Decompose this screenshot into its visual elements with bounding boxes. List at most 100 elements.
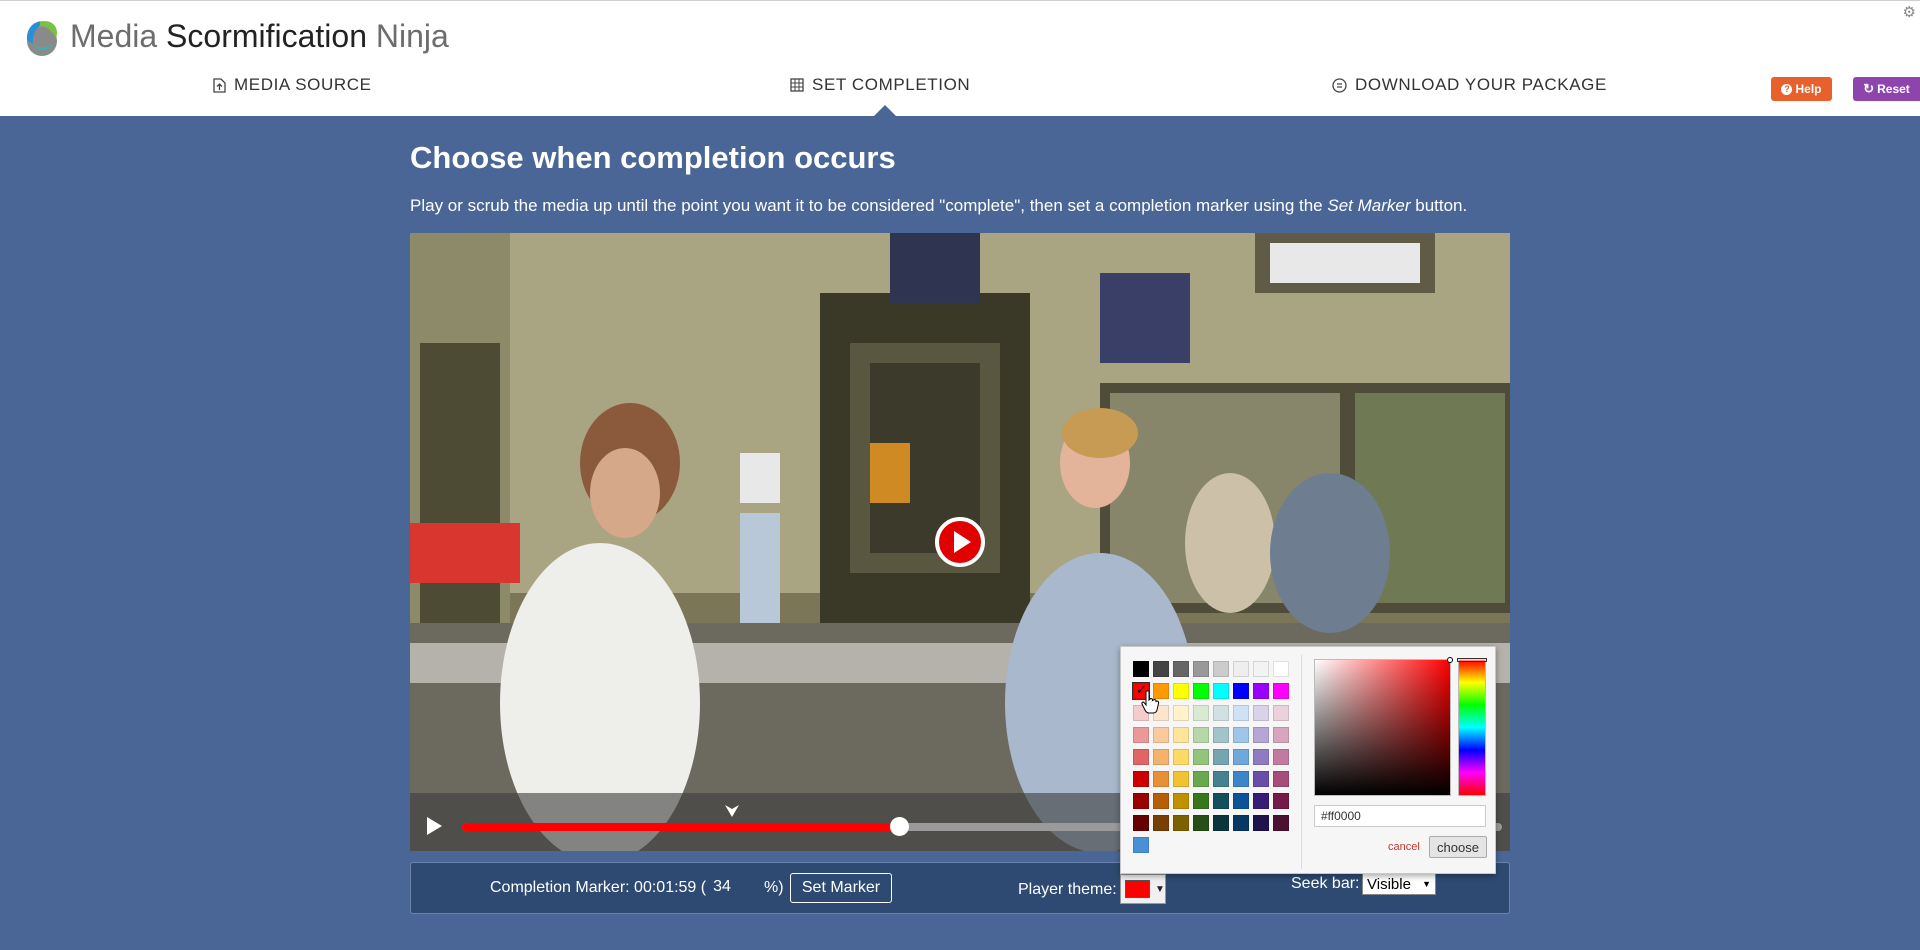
palette-swatch[interactable]: [1213, 661, 1229, 677]
palette-swatch[interactable]: [1233, 683, 1249, 699]
palette-swatch[interactable]: [1213, 683, 1229, 699]
palette-swatch[interactable]: [1193, 705, 1209, 721]
palette-swatch[interactable]: [1273, 793, 1289, 809]
palette-swatch[interactable]: [1233, 661, 1249, 677]
tab-download-package[interactable]: DOWNLOAD YOUR PACKAGE: [1332, 75, 1607, 95]
palette-swatch[interactable]: [1253, 771, 1269, 787]
app-title-part1: Media: [70, 17, 158, 54]
download-icon: [1332, 77, 1347, 93]
palette-swatch[interactable]: [1273, 683, 1289, 699]
palette-swatch[interactable]: [1253, 815, 1269, 831]
palette-swatch[interactable]: [1213, 727, 1229, 743]
palette-swatch[interactable]: [1273, 771, 1289, 787]
palette-swatch[interactable]: [1153, 793, 1169, 809]
intro-text-em: Set Marker: [1327, 196, 1411, 215]
palette-swatch[interactable]: [1133, 837, 1149, 853]
palette-swatch[interactable]: [1253, 727, 1269, 743]
intro-text-before: Play or scrub the media up until the poi…: [410, 196, 1323, 215]
palette-swatch[interactable]: [1213, 793, 1229, 809]
palette-swatch[interactable]: [1153, 749, 1169, 765]
palette-swatch[interactable]: [1253, 705, 1269, 721]
app-logo: Media Scormification Ninja: [18, 13, 449, 59]
chevron-down-icon: ▼: [1422, 879, 1431, 889]
palette-swatch[interactable]: [1233, 727, 1249, 743]
choose-button[interactable]: choose: [1429, 836, 1487, 858]
palette-swatch[interactable]: [1153, 727, 1169, 743]
gear-icon[interactable]: ⚙: [1903, 3, 1916, 21]
help-button[interactable]: ? Help: [1771, 77, 1832, 101]
hue-handle[interactable]: [1457, 658, 1487, 662]
palette-swatch[interactable]: [1173, 705, 1189, 721]
saturation-value-area[interactable]: [1314, 657, 1453, 796]
completion-marker-label: Completion Marker: 00:01:59 (: [490, 879, 707, 896]
palette-swatch[interactable]: [1133, 815, 1149, 831]
palette-swatch[interactable]: [1133, 771, 1149, 787]
palette-swatch[interactable]: [1233, 771, 1249, 787]
palette-swatch[interactable]: [1173, 793, 1189, 809]
palette-swatch[interactable]: [1193, 749, 1209, 765]
palette-swatch[interactable]: [1133, 727, 1149, 743]
palette-swatch[interactable]: [1253, 749, 1269, 765]
palette-swatch[interactable]: [1153, 815, 1169, 831]
palette-swatch[interactable]: [1173, 683, 1189, 699]
palette-swatch[interactable]: [1193, 683, 1209, 699]
palette-swatch[interactable]: [1233, 749, 1249, 765]
cancel-link[interactable]: cancel: [1388, 841, 1420, 853]
palette-swatch[interactable]: [1153, 771, 1169, 787]
color-picker-popup: ✓ cancel choose: [1120, 646, 1496, 874]
palette-swatch[interactable]: [1213, 749, 1229, 765]
palette-swatch[interactable]: [1273, 749, 1289, 765]
palette-row: [1133, 661, 1289, 679]
palette-swatch[interactable]: [1153, 661, 1169, 677]
tab-media-source-label: MEDIA SOURCE: [234, 75, 372, 94]
palette-swatch[interactable]: [1213, 771, 1229, 787]
palette-swatch[interactable]: [1233, 793, 1249, 809]
palette-swatch[interactable]: [1193, 815, 1209, 831]
seek-handle[interactable]: [889, 817, 909, 836]
player-theme-picker[interactable]: ▼: [1120, 874, 1166, 904]
logo-icon: [26, 21, 58, 56]
palette-swatch[interactable]: [1213, 815, 1229, 831]
palette-swatch[interactable]: [1253, 793, 1269, 809]
palette-swatch[interactable]: [1173, 727, 1189, 743]
tab-set-completion-label: SET COMPLETION: [812, 75, 971, 94]
palette-swatch[interactable]: [1193, 793, 1209, 809]
palette-swatch[interactable]: [1273, 815, 1289, 831]
palette-swatch[interactable]: [1133, 661, 1149, 677]
palette-swatch[interactable]: [1233, 815, 1249, 831]
completion-marker-icon[interactable]: [724, 803, 740, 819]
palette-swatch[interactable]: [1273, 661, 1289, 677]
question-icon: ?: [1781, 83, 1793, 95]
palette-swatch[interactable]: [1213, 705, 1229, 721]
hue-slider[interactable]: [1457, 658, 1487, 796]
help-button-label: Help: [1795, 82, 1822, 96]
reset-button-label: Reset: [1877, 82, 1910, 96]
palette-row: [1133, 793, 1289, 811]
completion-percent-input[interactable]: [705, 875, 739, 899]
palette-swatch[interactable]: [1193, 661, 1209, 677]
saturation-handle[interactable]: [1447, 657, 1453, 663]
grid-icon: [790, 78, 804, 92]
palette-swatch[interactable]: [1273, 727, 1289, 743]
palette-swatch[interactable]: [1173, 661, 1189, 677]
active-tab-indicator: [873, 105, 897, 117]
tab-media-source[interactable]: MEDIA SOURCE: [213, 75, 372, 95]
palette-swatch[interactable]: [1193, 727, 1209, 743]
palette-swatch[interactable]: [1173, 749, 1189, 765]
palette-swatch[interactable]: [1133, 749, 1149, 765]
palette-swatch[interactable]: [1173, 815, 1189, 831]
palette-swatch[interactable]: [1193, 771, 1209, 787]
play-icon[interactable]: [427, 817, 442, 835]
palette-swatch[interactable]: [1233, 705, 1249, 721]
seek-bar-select[interactable]: Visible ▼: [1362, 873, 1436, 895]
palette-swatch[interactable]: [1253, 683, 1269, 699]
hex-color-input[interactable]: [1314, 805, 1486, 827]
reset-button[interactable]: ↻ Reset: [1853, 77, 1920, 101]
tab-set-completion[interactable]: SET COMPLETION: [790, 75, 970, 95]
palette-swatch[interactable]: [1133, 793, 1149, 809]
palette-swatch[interactable]: [1173, 771, 1189, 787]
palette-swatch[interactable]: [1253, 661, 1269, 677]
set-marker-button[interactable]: Set Marker: [790, 873, 892, 903]
big-play-button[interactable]: [935, 517, 985, 567]
palette-swatch[interactable]: [1273, 705, 1289, 721]
